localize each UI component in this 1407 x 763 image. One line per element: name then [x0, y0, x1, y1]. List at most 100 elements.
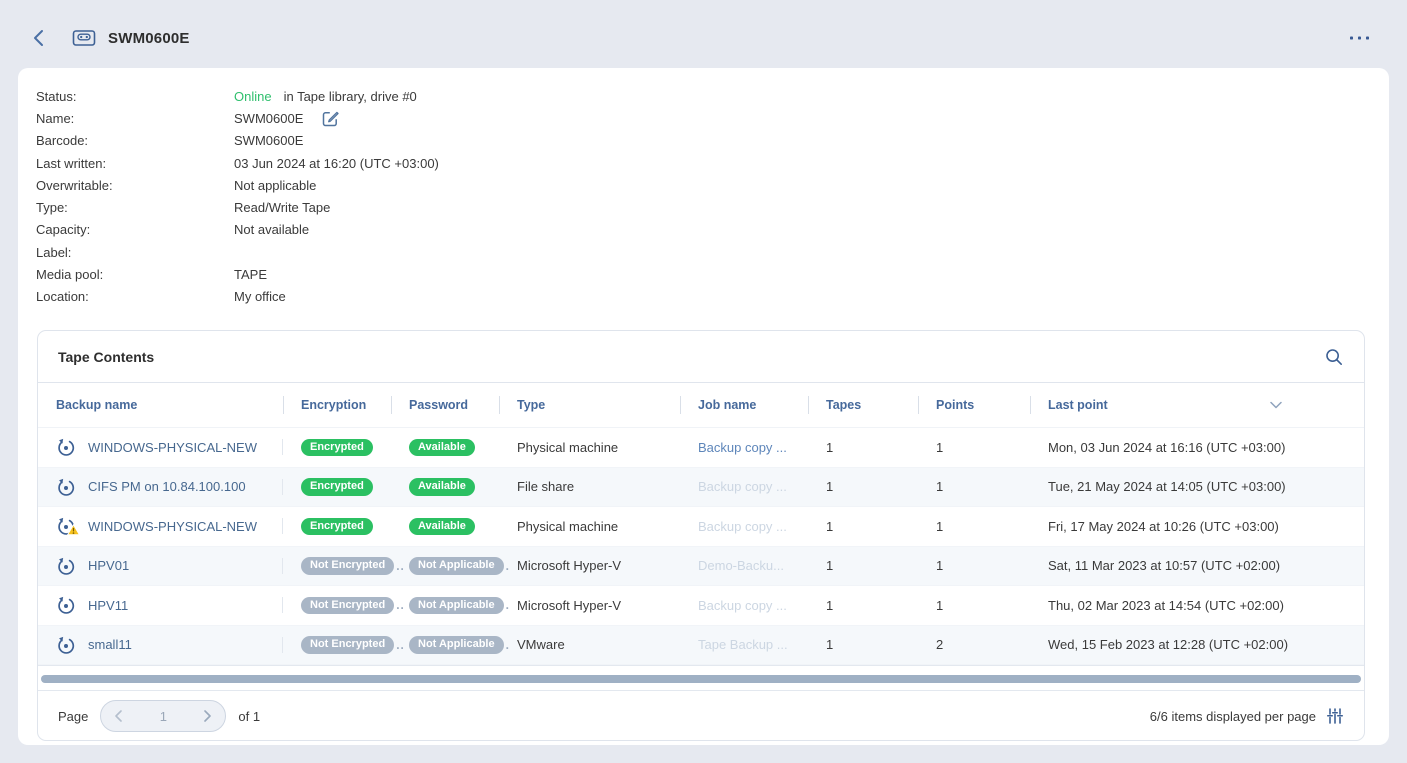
search-icon [1324, 347, 1344, 367]
previous-page-button[interactable] [114, 710, 123, 722]
table-row[interactable]: small11 Not Encrypted.. Not Applicable. … [38, 626, 1364, 666]
points-count: 2 [918, 626, 1030, 665]
tape-contents-panel: Tape Contents Backup name Encryption Pas… [37, 330, 1365, 741]
next-page-button[interactable] [203, 710, 212, 722]
last-point-timestamp: Fri, 17 May 2024 at 10:26 (UTC +03:00) [1030, 507, 1364, 546]
password-badge: Available [409, 518, 475, 536]
column-header-last-point[interactable]: Last point [1030, 383, 1364, 427]
chevron-right-icon [203, 710, 212, 722]
edit-name-button[interactable] [321, 109, 340, 128]
detail-label: Status: [36, 89, 234, 104]
table-row[interactable]: WINDOWS-PHYSICAL-NEW Encrypted Available… [38, 428, 1364, 468]
display-settings-button[interactable] [1326, 707, 1344, 725]
column-header-job-name[interactable]: Job name [680, 383, 808, 427]
backup-name-link[interactable]: CIFS PM on 10.84.100.100 [88, 479, 246, 494]
password-badge: Available [409, 478, 475, 496]
table-header-row: Backup name Encryption Password Type Job… [38, 383, 1364, 428]
pagination-bar: Page 1 of 1 6/6 items displayed per page [38, 690, 1364, 741]
more-actions-button[interactable] [1349, 35, 1371, 41]
page-of-label: of 1 [238, 709, 260, 724]
password-badge: Not Applicable [409, 636, 504, 654]
table-row[interactable]: WINDOWS-PHYSICAL-NEW Encrypted Available… [38, 507, 1364, 547]
backup-name-link[interactable]: HPV11 [88, 598, 128, 613]
panel-title: Tape Contents [58, 349, 154, 365]
restore-point-icon [56, 477, 76, 497]
status-detail: in Tape library, drive #0 [284, 89, 417, 104]
sort-chevron-down-icon[interactable] [1270, 401, 1282, 409]
detail-value: My office [234, 289, 286, 304]
column-header-backup-name[interactable]: Backup name [38, 383, 283, 427]
table-row[interactable]: HPV01 Not Encrypted.. Not Applicable. Mi… [38, 547, 1364, 587]
search-button[interactable] [1324, 347, 1344, 367]
page-title: SWM0600E [108, 30, 190, 47]
backup-type: File share [499, 468, 680, 507]
last-point-timestamp: Wed, 15 Feb 2023 at 12:28 (UTC +02:00) [1030, 626, 1364, 665]
chevron-left-icon [114, 710, 123, 722]
password-badge: Not Applicable [409, 597, 504, 615]
tape-cassette-icon [72, 28, 96, 48]
job-name-text: Backup copy ... [698, 479, 787, 494]
sliders-icon [1326, 707, 1344, 725]
detail-label: Type: [36, 200, 234, 215]
chevron-left-icon [32, 29, 46, 47]
horizontal-scrollbar[interactable] [41, 675, 1361, 683]
backup-type: Physical machine [499, 507, 680, 546]
backup-type: VMware [499, 626, 680, 665]
restore-point-icon [56, 635, 76, 655]
detail-value: Not available [234, 222, 309, 237]
backup-name-link[interactable]: WINDOWS-PHYSICAL-NEW [88, 519, 257, 534]
backup-name-link[interactable]: small11 [88, 637, 132, 652]
status-online-value: Online [234, 89, 272, 104]
detail-row-barcode: Barcode: SWM0600E [36, 130, 439, 152]
tapes-count: 1 [808, 586, 918, 625]
column-header-points[interactable]: Points [918, 383, 1030, 427]
last-point-timestamp: Sat, 11 Mar 2023 at 10:57 (UTC +02:00) [1030, 547, 1364, 586]
detail-row-label: Label: [36, 241, 439, 263]
detail-value: Not applicable [234, 178, 316, 193]
horizontal-scroll-track [38, 665, 1364, 690]
detail-label: Barcode: [36, 133, 234, 148]
column-header-tapes[interactable]: Tapes [808, 383, 918, 427]
detail-row-last-written: Last written: 03 Jun 2024 at 16:20 (UTC … [36, 152, 439, 174]
tapes-count: 1 [808, 468, 918, 507]
backup-name-link[interactable]: HPV01 [88, 558, 129, 573]
detail-row-location: Location: My office [36, 286, 439, 308]
job-name-link[interactable]: Backup copy ... [698, 440, 787, 455]
column-header-password[interactable]: Password [391, 383, 499, 427]
job-name-text: Backup copy ... [698, 519, 787, 534]
column-header-type[interactable]: Type [499, 383, 680, 427]
encryption-badge: Encrypted [301, 478, 373, 496]
restore-point-icon [56, 595, 76, 615]
tape-properties: Status: Online in Tape library, drive #0… [36, 85, 439, 308]
tapes-count: 1 [808, 626, 918, 665]
detail-label: Capacity: [36, 222, 234, 237]
detail-value: Read/Write Tape [234, 200, 330, 215]
edit-pencil-icon [321, 109, 340, 128]
restore-point-icon [56, 556, 76, 576]
backup-type: Physical machine [499, 428, 680, 467]
items-per-page-info: 6/6 items displayed per page [1150, 709, 1316, 724]
job-name-text: Tape Backup ... [698, 637, 788, 652]
last-point-timestamp: Mon, 03 Jun 2024 at 16:16 (UTC +03:00) [1030, 428, 1364, 467]
table-row[interactable]: HPV11 Not Encrypted.. Not Applicable. Mi… [38, 586, 1364, 626]
detail-row-type: Type: Read/Write Tape [36, 196, 439, 218]
detail-label: Label: [36, 245, 234, 260]
job-name-text: Backup copy ... [698, 598, 787, 613]
tape-contents-header: Tape Contents [38, 331, 1364, 383]
page-number-input[interactable]: 1 [160, 709, 167, 724]
points-count: 1 [918, 468, 1030, 507]
backup-name-link[interactable]: WINDOWS-PHYSICAL-NEW [88, 440, 257, 455]
last-point-timestamp: Thu, 02 Mar 2023 at 14:54 (UTC +02:00) [1030, 586, 1364, 625]
last-point-timestamp: Tue, 21 May 2024 at 14:05 (UTC +03:00) [1030, 468, 1364, 507]
table-row[interactable]: CIFS PM on 10.84.100.100 Encrypted Avail… [38, 468, 1364, 508]
points-count: 1 [918, 547, 1030, 586]
detail-row-overwritable: Overwritable: Not applicable [36, 174, 439, 196]
back-button[interactable] [32, 28, 52, 48]
encryption-badge: Encrypted [301, 439, 373, 457]
table-body: WINDOWS-PHYSICAL-NEW Encrypted Available… [38, 428, 1364, 665]
points-count: 1 [918, 586, 1030, 625]
password-badge: Available [409, 439, 475, 457]
detail-row-status: Status: Online in Tape library, drive #0 [36, 85, 439, 107]
column-header-encryption[interactable]: Encryption [283, 383, 391, 427]
page-selector[interactable]: 1 [100, 700, 226, 732]
